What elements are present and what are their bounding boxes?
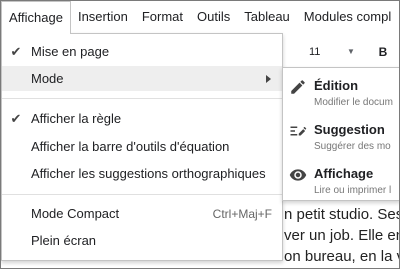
submenu-item-title: Édition — [314, 78, 359, 93]
menubar-tableau[interactable]: Tableau — [237, 1, 297, 33]
menu-item-mode[interactable]: Mode — [2, 66, 282, 91]
menu-divider — [2, 98, 282, 99]
menubar-affichage[interactable]: Affichage — [1, 1, 71, 34]
menubar-outils[interactable]: Outils — [190, 1, 237, 33]
pencil-icon — [291, 80, 305, 94]
menu-item-label: Afficher la règle — [31, 111, 122, 126]
menu-item-label: Plein écran — [31, 233, 97, 248]
check-icon: ✔ — [10, 111, 22, 126]
affichage-dropdown-menu: ✔ Mise en page Mode ✔ Afficher la règle … — [1, 33, 283, 261]
menu-divider — [2, 194, 282, 195]
submenu-item-affichage[interactable]: Affichage Lire ou imprimer l — [283, 162, 399, 200]
eye-icon — [289, 169, 307, 181]
menu-item-label: Mise en page — [31, 44, 110, 59]
chevron-down-icon: ▼ — [347, 47, 355, 56]
submenu-item-title: Suggestion — [314, 122, 385, 137]
formatting-toolbar: 11 ▼ B — [283, 35, 399, 67]
document-text-line: on bureau, en la v — [284, 248, 400, 265]
submenu-item-edition[interactable]: Édition Modifier le docum — [283, 74, 399, 114]
menu-item-suggestions-ortho[interactable]: Afficher les suggestions orthographiques — [2, 161, 282, 186]
app-window: Affichage Insertion Format Outils Tablea… — [0, 0, 400, 269]
menu-bar: Affichage Insertion Format Outils Tablea… — [1, 1, 399, 34]
document-text-line: ver un job. Elle ent — [284, 227, 400, 244]
suggest-edit-icon — [290, 126, 307, 136]
submenu-item-description: Modifier le docum — [314, 97, 393, 108]
submenu-item-description: Suggérer des mo — [314, 141, 391, 152]
menubar-format[interactable]: Format — [135, 1, 190, 33]
document-text-line: n petit studio. Ses — [284, 206, 400, 223]
menu-item-label: Afficher la barre d'outils d'équation — [31, 139, 230, 154]
menu-item-mode-compact[interactable]: Mode Compact Ctrl+Maj+F — [2, 201, 282, 226]
submenu-item-description: Lire ou imprimer l — [314, 185, 392, 196]
menu-item-label: Afficher les suggestions orthographiques — [31, 166, 266, 181]
submenu-arrow-icon — [266, 74, 271, 83]
menu-item-label: Mode — [31, 71, 64, 86]
menu-item-label: Mode Compact — [31, 206, 120, 221]
mode-submenu: Édition Modifier le docum Suggestion Sug… — [282, 67, 399, 201]
submenu-item-title: Affichage — [314, 166, 374, 181]
menu-item-barre-equation[interactable]: Afficher la barre d'outils d'équation — [2, 134, 282, 159]
keyboard-shortcut: Ctrl+Maj+F — [212, 206, 272, 221]
menubar-modules[interactable]: Modules compl — [297, 1, 398, 33]
submenu-item-suggestion[interactable]: Suggestion Suggérer des mo — [283, 118, 399, 158]
check-icon: ✔ — [10, 44, 22, 59]
menubar-insertion[interactable]: Insertion — [71, 1, 135, 33]
bold-button[interactable]: B — [375, 43, 391, 61]
menu-item-mise-en-page[interactable]: ✔ Mise en page — [2, 39, 282, 64]
menu-item-afficher-regle[interactable]: ✔ Afficher la règle — [2, 106, 282, 131]
menu-item-plein-ecran[interactable]: Plein écran — [2, 228, 282, 253]
